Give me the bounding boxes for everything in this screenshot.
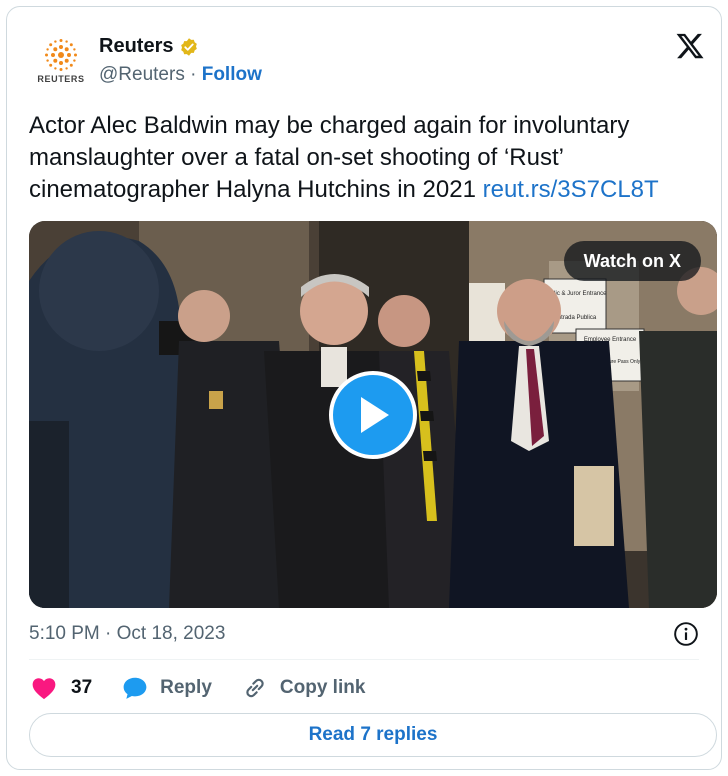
action-bar: 37 Reply Copy link <box>31 673 395 703</box>
avatar-wordmark: REUTERS <box>37 74 85 84</box>
name-row: Reuters <box>99 35 199 58</box>
handle-separator: · <box>184 64 202 85</box>
reuters-logo-icon <box>45 39 77 71</box>
verified-badge-icon <box>181 37 198 56</box>
reply-bubble-icon <box>123 677 147 699</box>
tweet-card: REUTERS Reuters @Reuters · Follow Actor … <box>6 6 722 770</box>
copy-link-button[interactable]: Copy link <box>242 675 366 701</box>
watch-on-x-button[interactable]: Watch on X <box>563 241 701 281</box>
like-count: 37 <box>71 677 93 698</box>
follow-button[interactable]: Follow <box>202 64 262 85</box>
reply-label: Reply <box>160 677 212 698</box>
play-icon <box>361 397 389 433</box>
divider <box>29 659 699 660</box>
copy-link-label: Copy link <box>279 677 366 698</box>
tweet-text: Actor Alec Baldwin may be charged again … <box>29 110 719 206</box>
video-media[interactable]: Public & Juror Entrance Entrada Publica … <box>29 221 717 608</box>
x-logo-icon[interactable] <box>675 31 705 61</box>
reply-button[interactable]: Reply <box>122 676 212 700</box>
reuters-avatar[interactable]: REUTERS <box>29 29 93 93</box>
heart-icon <box>32 678 56 700</box>
link-icon <box>246 678 264 698</box>
info-icon[interactable] <box>673 621 699 647</box>
like-button[interactable]: 37 <box>31 676 92 700</box>
play-button[interactable] <box>329 371 417 459</box>
handle-row: @Reuters · Follow <box>99 64 262 86</box>
tweet-link[interactable]: reut.rs/3S7CL8T <box>483 176 659 203</box>
read-replies-button[interactable]: Read 7 replies <box>29 713 717 757</box>
display-name[interactable]: Reuters <box>99 35 173 58</box>
handle[interactable]: @Reuters <box>99 64 185 85</box>
timestamp[interactable]: 5:10 PM · Oct 18, 2023 <box>29 623 225 645</box>
